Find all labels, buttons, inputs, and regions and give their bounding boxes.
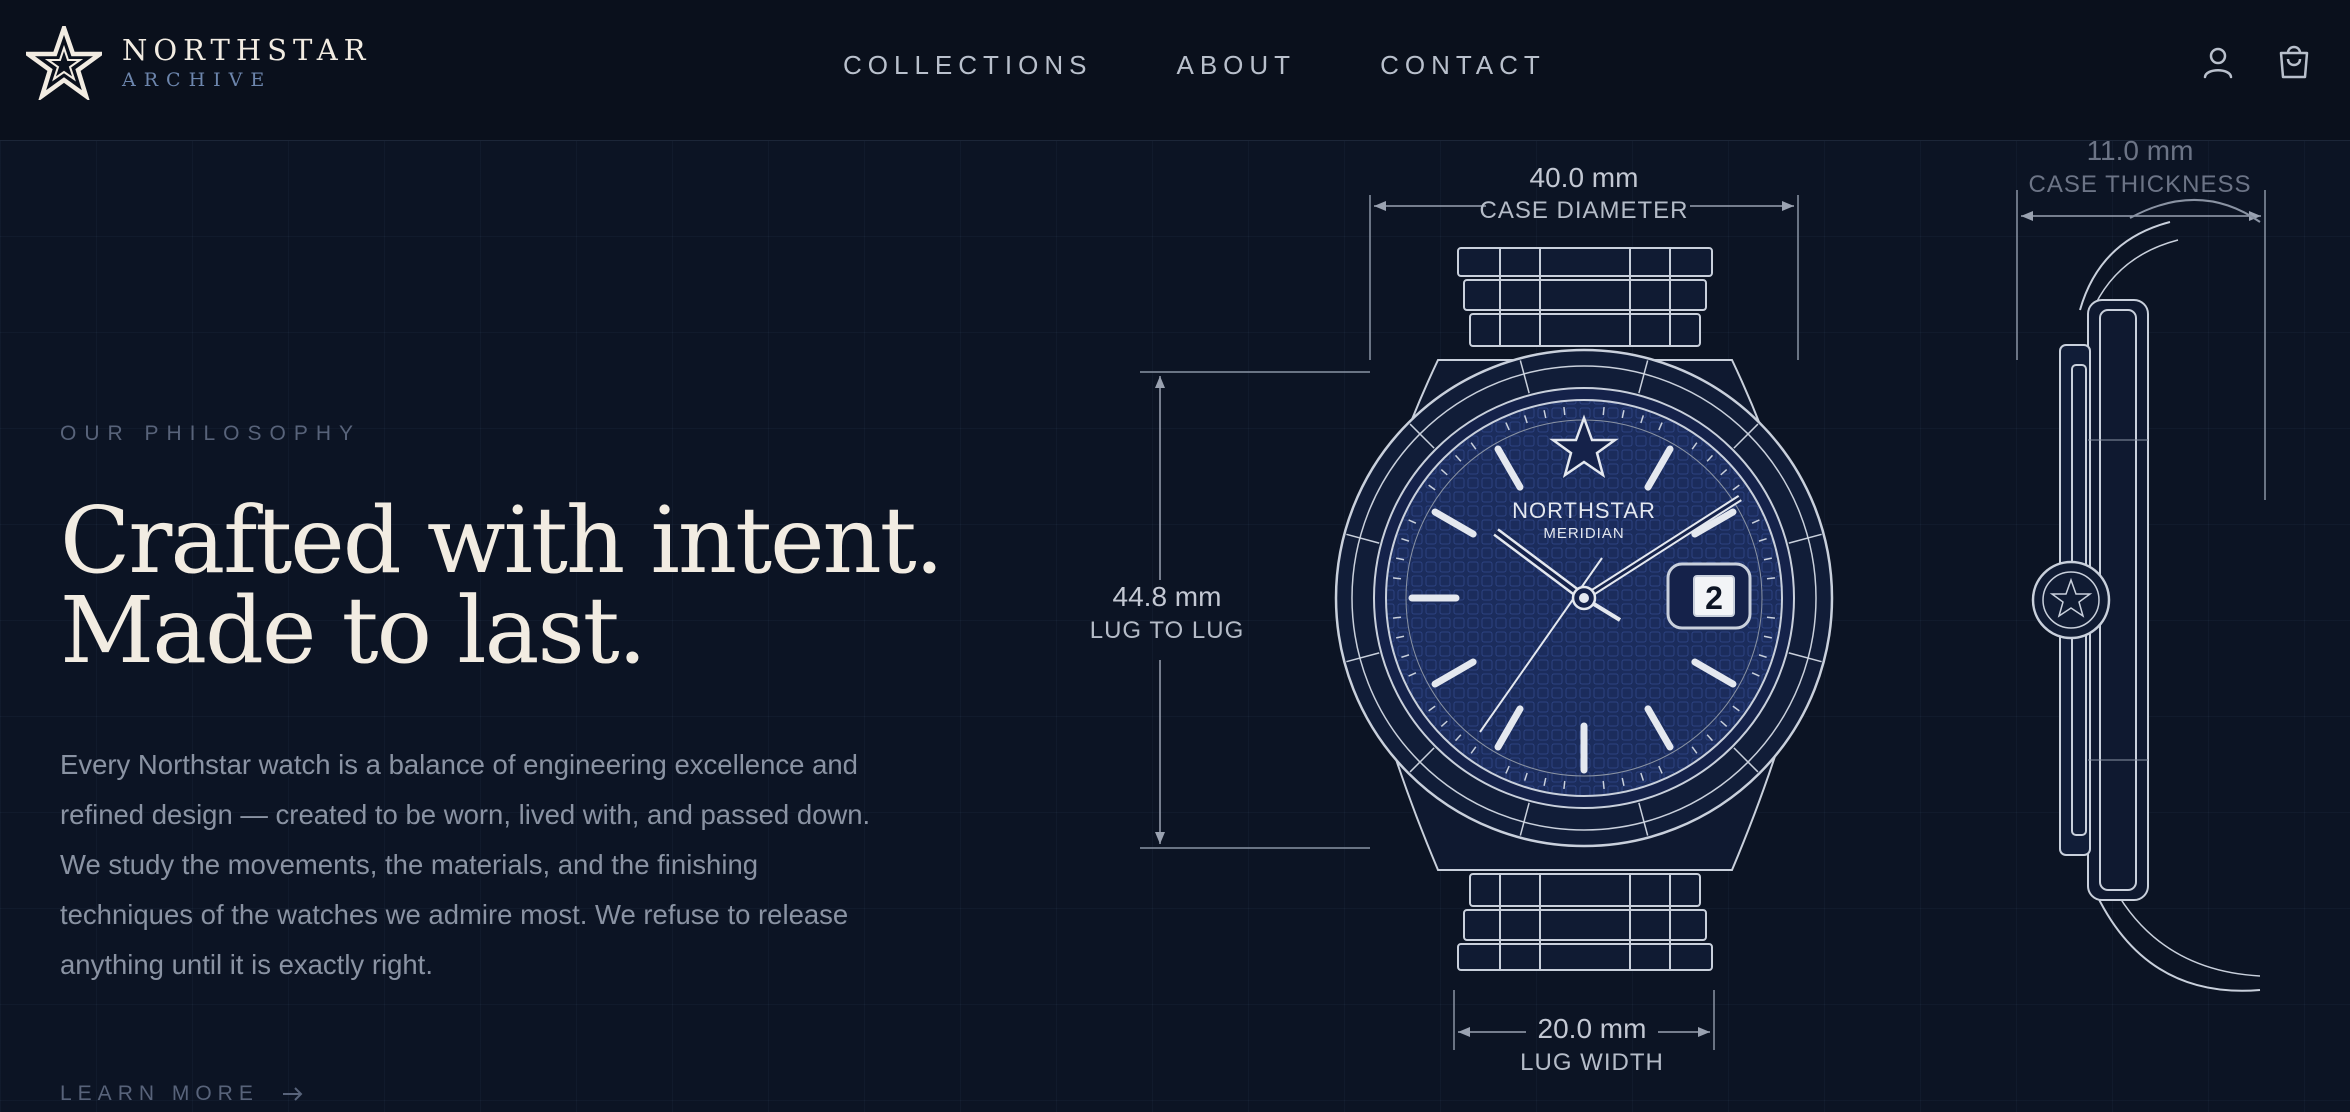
description-line: anything until it is exactly right. [60,949,433,980]
section-eyebrow: OUR PHILOSOPHY [60,422,362,445]
minute-tick [1392,616,1402,619]
bottom-bracelet [1457,873,1713,971]
lug-to-lug-value: 44.8 mm [1113,581,1222,612]
description-line: techniques of the watches we admire most… [60,899,849,930]
description-line: We study the movements, the materials, a… [60,849,759,880]
brand-subtitle: ARCHIVE [122,69,273,91]
shopping-bag-icon[interactable] [2274,42,2314,82]
hero-title: Crafted with intent. Made to last. [60,487,980,684]
description-line: refined design — created to be worn, liv… [60,799,871,830]
watch-side-view [2031,198,2261,992]
logo[interactable]: NORTHSTAR ARCHIVE [26,26,372,100]
main-nav: COLLECTIONS ABOUT CONTACT [843,48,1630,82]
date-digit: 2 [1705,580,1723,616]
nav-about[interactable]: ABOUT [1177,48,1297,82]
north-star-logo-icon [26,26,102,100]
nav-collections[interactable]: COLLECTIONS [843,48,1093,82]
date-window: 2 [1666,562,1752,630]
arrow-right-icon [282,1087,303,1101]
user-icon[interactable] [2198,42,2238,82]
case-diameter-label: CASE DIAMETER [1479,197,1688,224]
lug-to-lug-label: LUG TO LUG [1090,617,1245,644]
hero-text: OUR PHILOSOPHY Crafted with intent. Made… [60,420,980,990]
minute-tick [1766,577,1776,580]
minute-tick [1602,406,1605,416]
learn-more-link[interactable]: LEARN MORE [60,1080,305,1108]
watch-technical-drawing: 40.0 mm CASE DIAMETER 44.8 mm LUG TO LUG… [1090,140,2266,1076]
dial-brand: NORTHSTAR [1512,498,1656,523]
watch-front-view: NORTHSTAR MERIDIAN 2 [1334,247,1834,971]
lug-width-dimension: 20.0 mm LUG WIDTH [1453,990,1715,1076]
learn-more-label: LEARN MORE [60,1082,259,1105]
minute-tick [1392,577,1402,580]
minute-tick [1563,780,1566,790]
minute-tick [1563,406,1566,416]
case-diameter-value: 40.0 mm [1530,162,1639,193]
hero-title-line: Crafted with intent. [60,487,944,594]
minute-tick [1602,780,1605,790]
case-thickness-label: CASE THICKNESS [2029,171,2252,198]
brand-name: NORTHSTAR [122,33,372,67]
hero-description: Every Northstar watch is a balance of en… [60,740,960,990]
top-bracelet [1457,247,1713,347]
minute-tick [1766,616,1776,619]
lug-width-value: 20.0 mm [1538,1013,1647,1044]
lug-width-label: LUG WIDTH [1520,1049,1664,1076]
description-line: Every Northstar watch is a balance of en… [60,749,858,780]
nav-contact[interactable]: CONTACT [1380,48,1546,82]
dial-model: MERIDIAN [1543,525,1624,542]
lug-to-lug-dimension: 44.8 mm LUG TO LUG [1090,371,1370,849]
case-thickness-value: 11.0 mm [2087,140,2194,166]
site-header: NORTHSTAR ARCHIVE COLLECTIONS ABOUT CONT… [0,0,2350,141]
hero-title-line: Made to last. [60,577,647,684]
